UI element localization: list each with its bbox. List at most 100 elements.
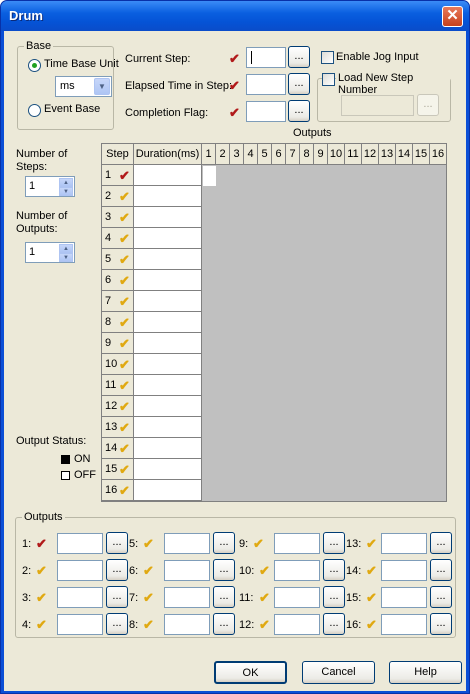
step-row-header[interactable]: 3 ✔ (102, 207, 134, 228)
step-row-header[interactable]: 12 ✔ (102, 396, 134, 417)
output-browse-button[interactable]: ... (106, 613, 128, 635)
output-column-header: 5 (258, 144, 272, 165)
duration-cell[interactable] (134, 333, 202, 354)
output-address-input[interactable] (164, 533, 210, 554)
output-browse-button[interactable]: ... (106, 532, 128, 554)
num-steps-stepper[interactable]: 1 ▲ ▼ (25, 176, 75, 197)
step-row-header[interactable]: 6 ✔ (102, 270, 134, 291)
output-browse-button[interactable]: ... (430, 613, 452, 635)
step-row-header[interactable]: 5 ✔ (102, 249, 134, 270)
elapsed-time-browse-button[interactable]: ... (288, 73, 310, 95)
step-row-header[interactable]: 10 ✔ (102, 354, 134, 375)
output-browse-button[interactable]: ... (213, 559, 235, 581)
help-button[interactable]: Help (389, 661, 462, 684)
num-steps-value: 1 (29, 180, 36, 192)
step-row-header[interactable]: 2 ✔ (102, 186, 134, 207)
completion-flag-input[interactable] (246, 101, 286, 122)
output-address-input[interactable] (57, 614, 103, 635)
elapsed-time-input[interactable] (246, 74, 286, 95)
event-base-radio[interactable] (28, 104, 41, 117)
output-label: 5: (129, 538, 139, 550)
load-new-step-input[interactable] (341, 95, 414, 116)
output-browse-button[interactable]: ... (106, 586, 128, 608)
ok-button[interactable]: OK (214, 661, 287, 684)
output-address-input[interactable] (164, 587, 210, 608)
output-browse-button[interactable]: ... (430, 586, 452, 608)
output-browse-button[interactable]: ... (430, 559, 452, 581)
enable-jog-checkbox[interactable] (321, 51, 334, 64)
output-address-input[interactable] (274, 533, 320, 554)
duration-cell[interactable] (134, 186, 202, 207)
stepper-down-icon[interactable]: ▼ (59, 253, 73, 262)
step-row-header[interactable]: 8 ✔ (102, 312, 134, 333)
chevron-down-icon[interactable]: ▼ (94, 78, 110, 95)
duration-cell[interactable] (134, 480, 202, 501)
output-browse-button[interactable]: ... (213, 613, 235, 635)
step-row-header[interactable]: 4 ✔ (102, 228, 134, 249)
step-row-header[interactable]: 11 ✔ (102, 375, 134, 396)
step-grid[interactable]: Step Duration(ms) 1 2 3 4 5 6 7 8 9 10 11 12 13 14 15 1… (101, 143, 447, 502)
time-base-radio[interactable] (28, 59, 41, 72)
output-address-input[interactable] (57, 560, 103, 581)
stepper-up-icon[interactable]: ▲ (59, 178, 73, 187)
duration-cell[interactable] (134, 459, 202, 480)
output-address-input[interactable] (381, 560, 427, 581)
duration-cell[interactable] (134, 207, 202, 228)
output-address-input[interactable] (274, 587, 320, 608)
duration-cell[interactable] (134, 270, 202, 291)
duration-cell[interactable] (134, 228, 202, 249)
close-button[interactable]: ✕ (442, 6, 463, 27)
load-new-step-browse-button[interactable]: ... (417, 94, 439, 116)
current-step-browse-button[interactable]: ... (288, 46, 310, 68)
load-new-step-checkbox[interactable] (322, 73, 335, 86)
duration-cell[interactable] (134, 291, 202, 312)
duration-cell[interactable] (134, 165, 202, 186)
step-row-header[interactable]: 1 ✔ (102, 165, 134, 186)
duration-cell[interactable] (134, 417, 202, 438)
output-browse-button[interactable]: ... (323, 613, 345, 635)
duration-cell[interactable] (134, 354, 202, 375)
num-steps-label: Number of Steps: (16, 148, 68, 173)
output-address-input[interactable] (164, 560, 210, 581)
duration-cell[interactable] (134, 438, 202, 459)
output-address-input[interactable] (57, 533, 103, 554)
output-address-input[interactable] (274, 560, 320, 581)
step-row-header[interactable]: 9 ✔ (102, 333, 134, 354)
output-browse-button[interactable]: ... (323, 532, 345, 554)
output-browse-button[interactable]: ... (323, 559, 345, 581)
stepper-up-icon[interactable]: ▲ (59, 244, 73, 253)
duration-cell[interactable] (134, 375, 202, 396)
output-address-input[interactable] (57, 587, 103, 608)
output-column-header: 14 (396, 144, 413, 165)
duration-cell[interactable] (134, 312, 202, 333)
output-address-input[interactable] (381, 614, 427, 635)
output-check-icon: ✔ (253, 536, 264, 551)
output-browse-button[interactable]: ... (106, 559, 128, 581)
output-address-input[interactable] (164, 614, 210, 635)
close-icon: ✕ (446, 7, 459, 24)
browse-label: ... (329, 590, 339, 602)
output-browse-button[interactable]: ... (213, 532, 235, 554)
step-row-header[interactable]: 13 ✔ (102, 417, 134, 438)
cancel-button[interactable]: Cancel (302, 661, 375, 684)
step-row-header[interactable]: 14 ✔ (102, 438, 134, 459)
output-browse-button[interactable]: ... (430, 532, 452, 554)
current-step-input[interactable] (246, 47, 286, 68)
output-address-input[interactable] (381, 587, 427, 608)
duration-cell[interactable] (134, 396, 202, 417)
step-row-header[interactable]: 15 ✔ (102, 459, 134, 480)
step-row-header[interactable]: 16 ✔ (102, 480, 134, 501)
num-outputs-stepper[interactable]: 1 ▲ ▼ (25, 242, 75, 263)
stepper-down-icon[interactable]: ▼ (59, 187, 73, 196)
output-browse-button[interactable]: ... (323, 586, 345, 608)
output-address-input[interactable] (274, 614, 320, 635)
time-unit-select[interactable]: ms ▼ (55, 76, 112, 97)
title-bar[interactable]: Drum ✕ (1, 1, 469, 31)
output-cell-selected[interactable] (203, 166, 216, 186)
step-check-icon: ✔ (119, 378, 130, 393)
step-row-header[interactable]: 7 ✔ (102, 291, 134, 312)
duration-cell[interactable] (134, 249, 202, 270)
output-browse-button[interactable]: ... (213, 586, 235, 608)
output-address-input[interactable] (381, 533, 427, 554)
completion-flag-browse-button[interactable]: ... (288, 100, 310, 122)
